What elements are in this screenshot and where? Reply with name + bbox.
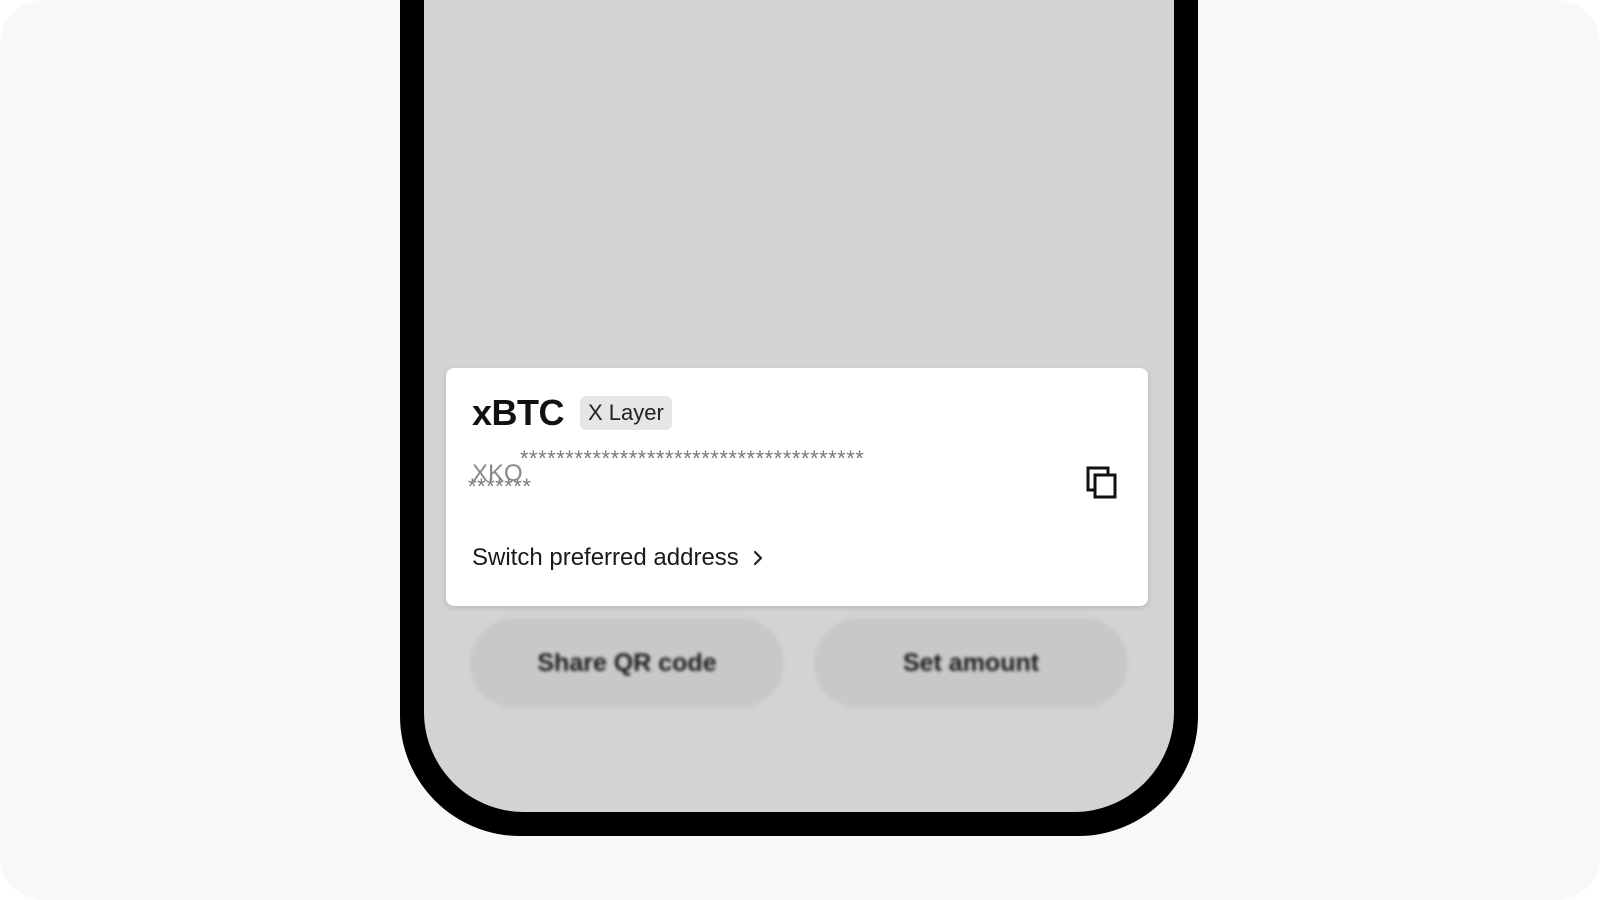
stage-background: Share QR code Set amount xBTC X Layer XK…: [0, 0, 1600, 900]
copy-icon[interactable]: [1086, 466, 1118, 500]
share-qr-code-button[interactable]: Share QR code: [470, 618, 784, 708]
address-masked-line-1: **************************************: [520, 446, 865, 471]
token-symbol: xBTC: [472, 392, 565, 433]
address-masked-line-2: *******: [468, 474, 532, 499]
switch-address-label: Switch preferred address: [472, 544, 739, 571]
receive-address-card: xBTC X Layer XKO ***********************…: [446, 368, 1148, 606]
token-header: xBTC X Layer: [472, 392, 672, 434]
chevron-right-icon: [751, 549, 765, 567]
set-amount-button[interactable]: Set amount: [814, 618, 1128, 708]
switch-preferred-address-link[interactable]: Switch preferred address: [472, 544, 765, 572]
network-badge: X Layer: [580, 396, 672, 430]
